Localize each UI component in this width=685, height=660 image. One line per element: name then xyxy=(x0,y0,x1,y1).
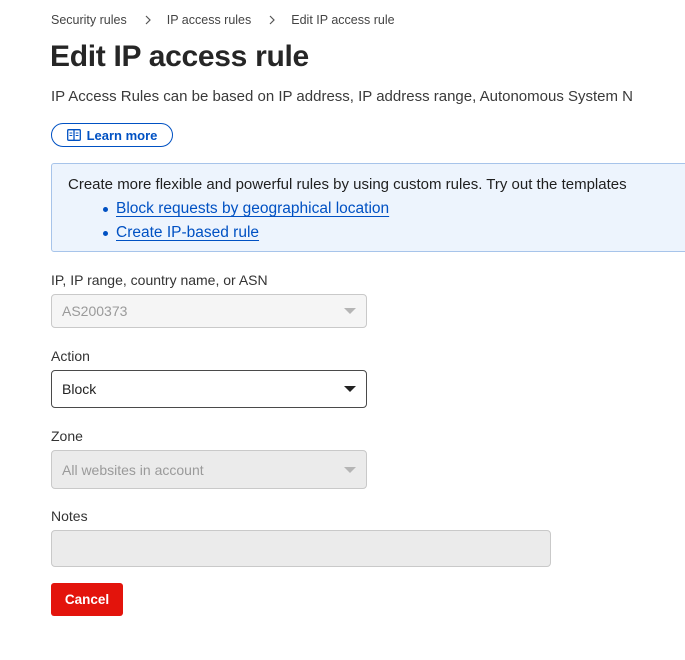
create-ip-rule-link[interactable]: Create IP-based rule xyxy=(116,224,259,241)
notes-label: Notes xyxy=(51,508,88,524)
action-select[interactable]: Block xyxy=(51,370,367,408)
action-label: Action xyxy=(51,348,90,364)
custom-rules-callout: Create more flexible and powerful rules … xyxy=(51,163,685,252)
cancel-button[interactable]: Cancel xyxy=(51,583,123,616)
bullet xyxy=(103,207,108,212)
page-title: Edit IP access rule xyxy=(50,40,309,73)
learn-more-label: Learn more xyxy=(86,127,158,143)
chevron-right-icon xyxy=(265,13,279,27)
list-item: Create IP-based rule xyxy=(103,221,685,245)
callout-links: Block requests by geographical location … xyxy=(68,197,685,245)
breadcrumb-security-rules[interactable]: Security rules xyxy=(51,13,127,27)
chevron-right-icon xyxy=(141,13,155,27)
edit-ip-access-rule-page: Security rules IP access rules Edit IP a… xyxy=(0,0,685,660)
caret-down-icon xyxy=(344,466,356,473)
page-description: IP Access Rules can be based on IP addre… xyxy=(51,88,634,105)
book-icon xyxy=(66,129,81,141)
bullet xyxy=(103,231,108,236)
callout-text: Create more flexible and powerful rules … xyxy=(68,176,627,193)
cancel-label: Cancel xyxy=(64,592,110,607)
target-select: AS200373 xyxy=(51,294,367,328)
caret-down-icon xyxy=(344,386,356,392)
target-label: IP, IP range, country name, or ASN xyxy=(51,272,268,288)
caret-down-icon xyxy=(344,308,356,314)
zone-label: Zone xyxy=(51,428,83,444)
breadcrumb-current: Edit IP access rule xyxy=(291,13,395,27)
zone-select: All websites in account xyxy=(51,450,367,489)
block-by-geo-link[interactable]: Block requests by geographical location xyxy=(116,200,389,217)
breadcrumb: Security rules IP access rules Edit IP a… xyxy=(51,13,395,27)
notes-field xyxy=(51,530,551,567)
zone-value: All websites in account xyxy=(62,461,204,478)
breadcrumb-ip-access-rules[interactable]: IP access rules xyxy=(167,13,252,27)
action-value: Block xyxy=(62,381,97,397)
list-item: Block requests by geographical location xyxy=(103,197,685,221)
learn-more-button[interactable]: Learn more xyxy=(51,123,173,147)
target-value: AS200373 xyxy=(62,303,128,319)
